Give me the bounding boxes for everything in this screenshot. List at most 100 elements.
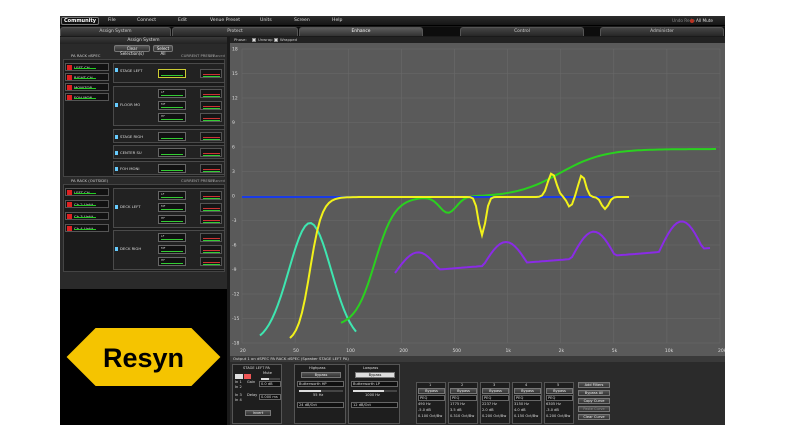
- unwrap-checkbox[interactable]: [252, 38, 256, 42]
- eq-mini-view[interactable]: [200, 89, 222, 98]
- speaker-foh-monitor[interactable]: FOH MONI: [113, 161, 225, 175]
- tab-enhance[interactable]: Enhance: [299, 27, 423, 36]
- channel-button[interactable]: RIGHT CH: [65, 73, 109, 81]
- channel-button[interactable]: LEFT CH: [65, 188, 109, 196]
- response-graph[interactable]: 18 15 12 9 6 3 0 -3 -6 -9 -12 -15 -18 20 50 100 200 500 1…: [230, 43, 725, 356]
- peq-type-select[interactable]: PEQ: [546, 395, 573, 401]
- speaker-floor-mo[interactable]: FLOOR MO LF MF HF: [113, 86, 225, 126]
- highpass-freq-slider[interactable]: [299, 390, 343, 392]
- peq-type-select[interactable]: PEQ: [450, 395, 477, 401]
- peq-type-select[interactable]: PEQ: [482, 395, 509, 401]
- band-thumbnail[interactable]: HF: [158, 215, 186, 224]
- eq-mini-view[interactable]: [200, 69, 222, 78]
- band-thumbnail[interactable]: MF: [158, 203, 186, 212]
- channel-mute-icon[interactable]: [67, 226, 72, 231]
- peq-bypass-button[interactable]: Bypass: [546, 388, 573, 394]
- eq-mini-view[interactable]: [200, 191, 222, 200]
- speaker-center-sub[interactable]: CENTER SU: [113, 145, 225, 159]
- clear-selection-button[interactable]: Clear Selection(s): [114, 45, 150, 56]
- channel-button[interactable]: Ch 3 Untit: [65, 212, 109, 220]
- eq-mini-view[interactable]: [200, 132, 222, 141]
- peq-type-select[interactable]: PEQ: [514, 395, 541, 401]
- lowpass-slope-select[interactable]: 12 dB/Oct: [351, 402, 398, 408]
- lowpass-bypass-button[interactable]: Bypass: [355, 372, 395, 378]
- delay-field[interactable]: 0.000 ms: [259, 394, 281, 400]
- peq-type-select[interactable]: PEQ: [418, 395, 445, 401]
- eq-mini-view[interactable]: [200, 257, 222, 266]
- peq-bypass-button[interactable]: Bypass: [418, 388, 445, 394]
- peq-bypass-button[interactable]: Bypass: [514, 388, 541, 394]
- band-thumbnail[interactable]: HF: [158, 113, 186, 122]
- channel-button[interactable]: FOH MON: [65, 93, 109, 101]
- channel-button[interactable]: Ch 4 Untit: [65, 224, 109, 232]
- y-tick-label: -12: [232, 292, 239, 298]
- speaker-deck-right[interactable]: DECK RIGH LF MF HF: [113, 230, 225, 270]
- peq-bypass-button[interactable]: Bypass: [450, 388, 477, 394]
- curve-line: [203, 198, 220, 199]
- clear-curve-button[interactable]: Clear Curve: [578, 414, 610, 420]
- tab-administer[interactable]: Administer: [600, 27, 724, 36]
- eq-mini-view[interactable]: [200, 233, 222, 242]
- speaker-deck-left[interactable]: DECK LEFT LF MF HF: [113, 188, 225, 228]
- highpass-bypass-button[interactable]: Bypass: [301, 372, 341, 378]
- channel-button[interactable]: LEFT CH: [65, 63, 109, 71]
- lowpass-freq-slider[interactable]: [353, 390, 397, 392]
- eq-mini-view[interactable]: [200, 113, 222, 122]
- add-filters-button[interactable]: Add Filters: [578, 382, 610, 388]
- eq-mini-view[interactable]: [200, 215, 222, 224]
- band-thumbnail[interactable]: [158, 69, 186, 78]
- eq-mini-view[interactable]: [200, 203, 222, 212]
- tab-control[interactable]: Control: [460, 27, 584, 36]
- band-thumbnail[interactable]: [158, 148, 186, 157]
- band-thumbnail[interactable]: MF: [158, 245, 186, 254]
- menu-venue-preset[interactable]: Venue Preset: [210, 18, 240, 23]
- menu-file[interactable]: File: [108, 18, 116, 23]
- channel-mute-icon[interactable]: [67, 65, 72, 70]
- channel-mute-icon[interactable]: [67, 190, 72, 195]
- band-thumbnail[interactable]: LF: [158, 233, 186, 242]
- band-thumbnail[interactable]: MF: [158, 101, 186, 110]
- channel-mute-icon[interactable]: [67, 85, 72, 90]
- copy-curve-button[interactable]: Copy Curve: [578, 398, 610, 404]
- wrapped-checkbox[interactable]: [274, 38, 278, 42]
- speaker-stage-right[interactable]: STAGE RIGH: [113, 129, 225, 143]
- menu-screen[interactable]: Screen: [294, 18, 310, 23]
- highpass-type-select[interactable]: Butterworth HP: [297, 381, 344, 387]
- band-thumbnail[interactable]: LF: [158, 191, 186, 200]
- channel-mute-icon[interactable]: [67, 75, 72, 80]
- menu-edit[interactable]: Edit: [178, 18, 187, 23]
- select-all-button[interactable]: Select All: [153, 45, 173, 56]
- invert-button[interactable]: Invert: [245, 410, 271, 416]
- tab-assign-system[interactable]: Assign System: [60, 27, 171, 36]
- frequency-response-plot[interactable]: 18 15 12 9 6 3 0 -3 -6 -9 -12 -15 -18 20 50 100 200 500 1…: [230, 43, 725, 356]
- all-mute-indicator-icon[interactable]: [690, 19, 694, 23]
- eq-mini-view[interactable]: [200, 101, 222, 110]
- band-thumbnail[interactable]: [158, 132, 186, 141]
- menu-connect[interactable]: Connect: [137, 18, 156, 23]
- all-mute-button[interactable]: All Mute: [696, 18, 713, 23]
- channel-button[interactable]: Ch 2 Untit: [65, 200, 109, 208]
- tab-protect[interactable]: Protect: [172, 27, 298, 36]
- menu-help[interactable]: Help: [332, 18, 342, 23]
- speaker-select-toggle[interactable]: [235, 374, 243, 379]
- peq-bypass-button[interactable]: Bypass: [482, 388, 509, 394]
- mute-indicator-icon[interactable]: [244, 374, 251, 379]
- highpass-slope-select[interactable]: 24 dB/Oct: [297, 402, 344, 408]
- channel-button[interactable]: MONITOR: [65, 83, 109, 91]
- channel-mute-icon[interactable]: [67, 95, 72, 100]
- menu-units[interactable]: Units: [260, 18, 272, 23]
- eq-mini-view[interactable]: [200, 164, 222, 173]
- band-thumbnail[interactable]: [158, 164, 186, 173]
- gain-field[interactable]: 0.0 dB: [259, 381, 281, 387]
- eq-mini-view[interactable]: [200, 245, 222, 254]
- band-thumbnail[interactable]: HF: [158, 257, 186, 266]
- channel-mute-icon[interactable]: [67, 202, 72, 207]
- paste-curve-button[interactable]: Paste Curve: [578, 406, 610, 412]
- lowpass-type-select[interactable]: Butterworth LP: [351, 381, 398, 387]
- speaker-stage-left[interactable]: STAGE LEFT: [113, 63, 225, 83]
- band-thumbnail[interactable]: LF: [158, 89, 186, 98]
- channel-mute-icon[interactable]: [67, 214, 72, 219]
- mute-slider[interactable]: [261, 378, 280, 380]
- eq-mini-view[interactable]: [200, 148, 222, 157]
- bypass-all-button[interactable]: Bypass All: [578, 390, 610, 396]
